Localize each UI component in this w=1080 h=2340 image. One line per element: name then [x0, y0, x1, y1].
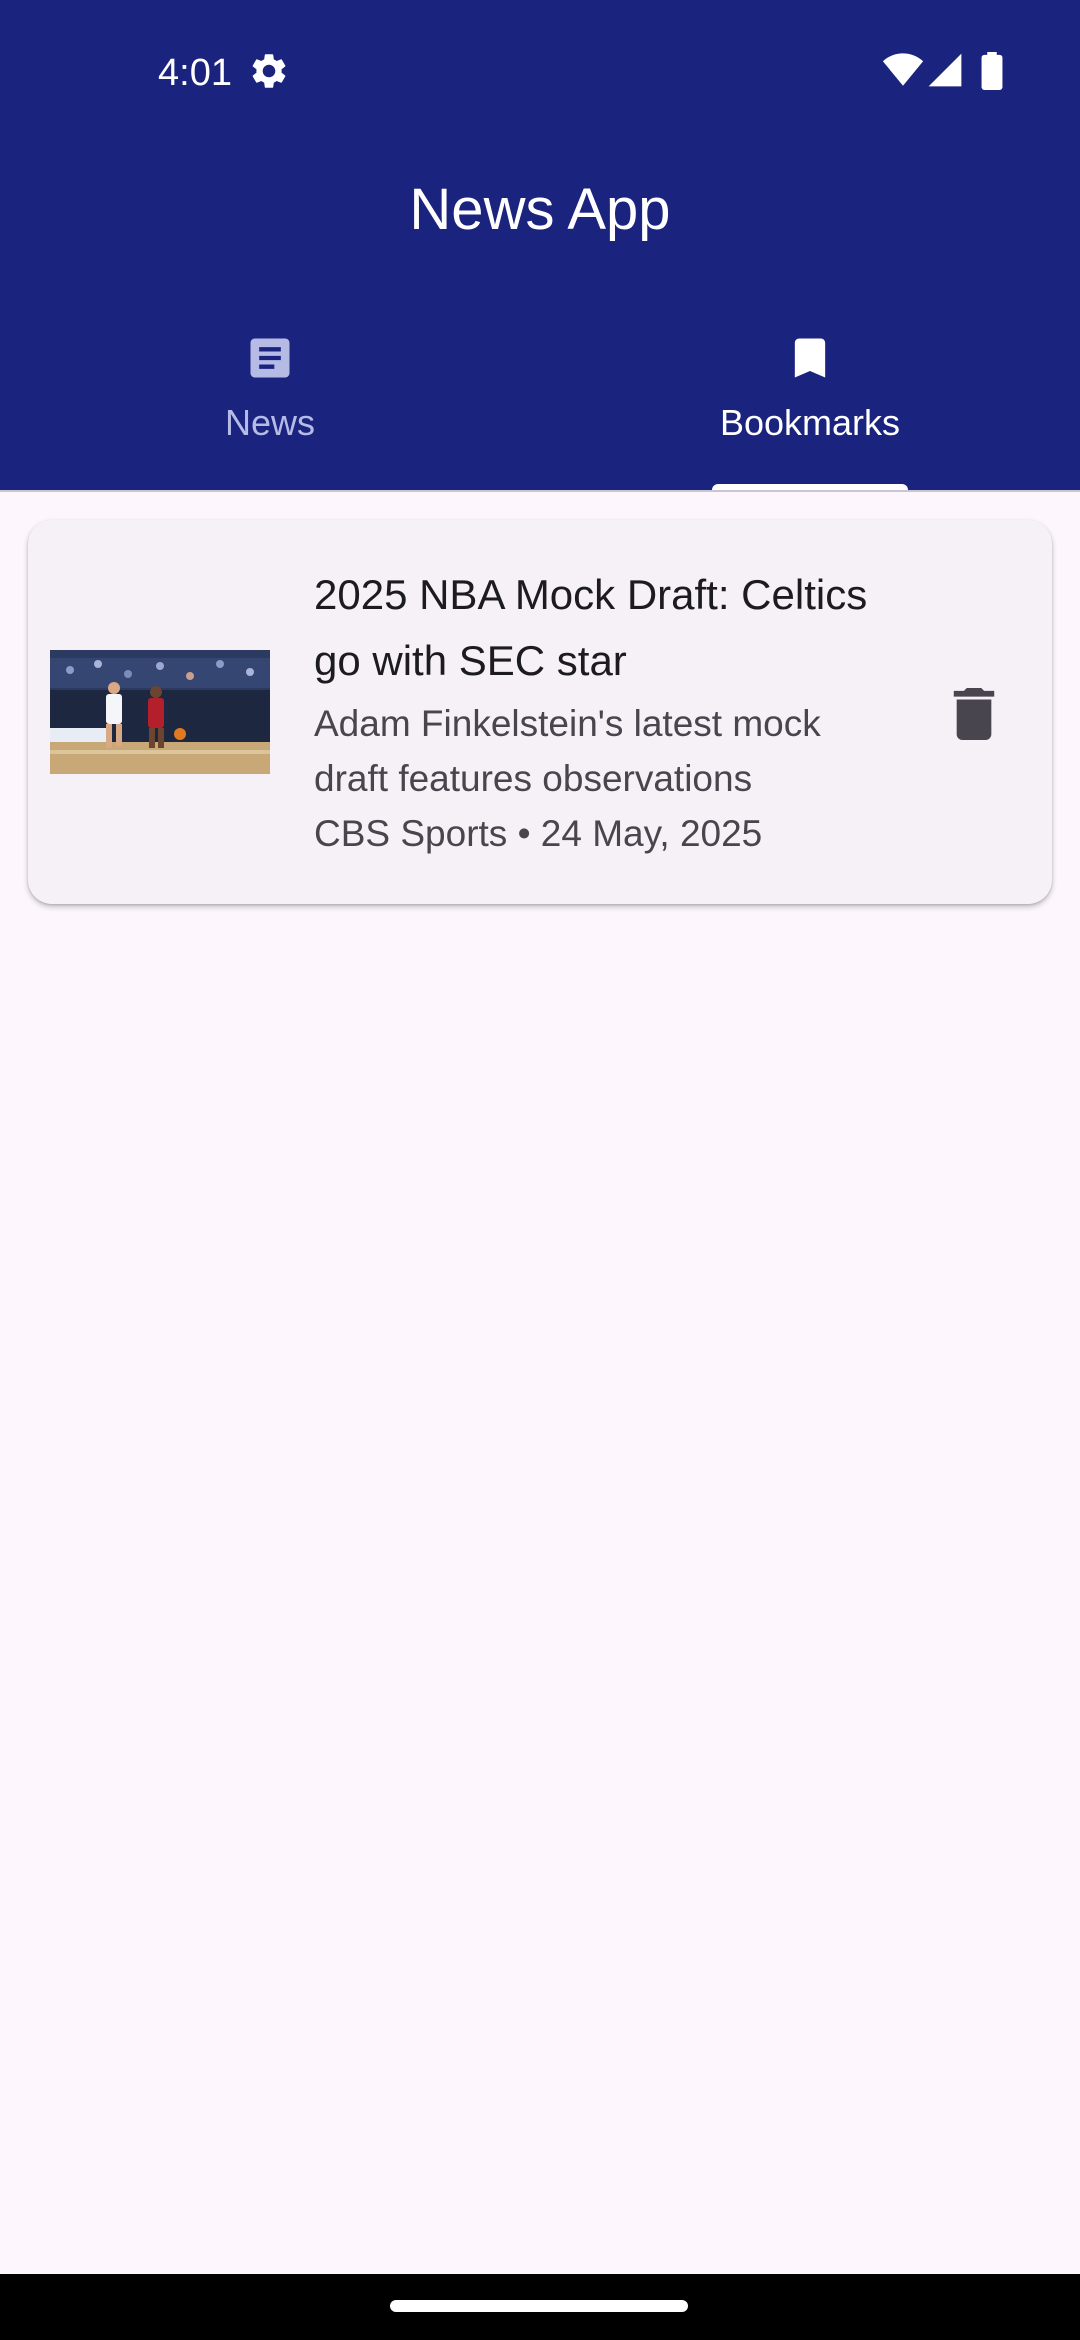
battery-icon: [981, 52, 1003, 90]
tab-bookmarks[interactable]: Bookmarks: [540, 320, 1080, 490]
app-title: News App: [409, 177, 671, 242]
delete-bookmark-button[interactable]: [928, 668, 1018, 758]
bookmark-icon: [794, 338, 826, 378]
bookmark-card[interactable]: 2025 NBA Mock Draft: Celtics go with SEC…: [28, 520, 1052, 904]
status-time: 4:01: [158, 52, 232, 94]
article-thumbnail: [50, 650, 270, 774]
article-source-date: CBS Sports • 24 May, 2025: [314, 813, 763, 854]
article-icon: [250, 338, 290, 378]
home-indicator[interactable]: [390, 2300, 688, 2312]
signal-icon: [928, 53, 962, 87]
article-description: Adam Finkelstein's latest mock draft fea…: [314, 703, 821, 799]
gear-icon: [252, 54, 286, 88]
system-navigation-bar: [0, 2274, 1080, 2340]
article-title: 2025 NBA Mock Draft: Celtics go with SEC…: [314, 571, 868, 684]
tab-bookmarks-label: Bookmarks: [719, 402, 901, 443]
wifi-icon: [882, 53, 924, 86]
divider: [0, 490, 1080, 492]
app-bar: 4:01 News App News Bookmarks: [0, 0, 1080, 492]
tab-news[interactable]: News: [0, 320, 540, 490]
delete-icon: [953, 688, 995, 740]
tab-news-label: News: [224, 402, 316, 443]
